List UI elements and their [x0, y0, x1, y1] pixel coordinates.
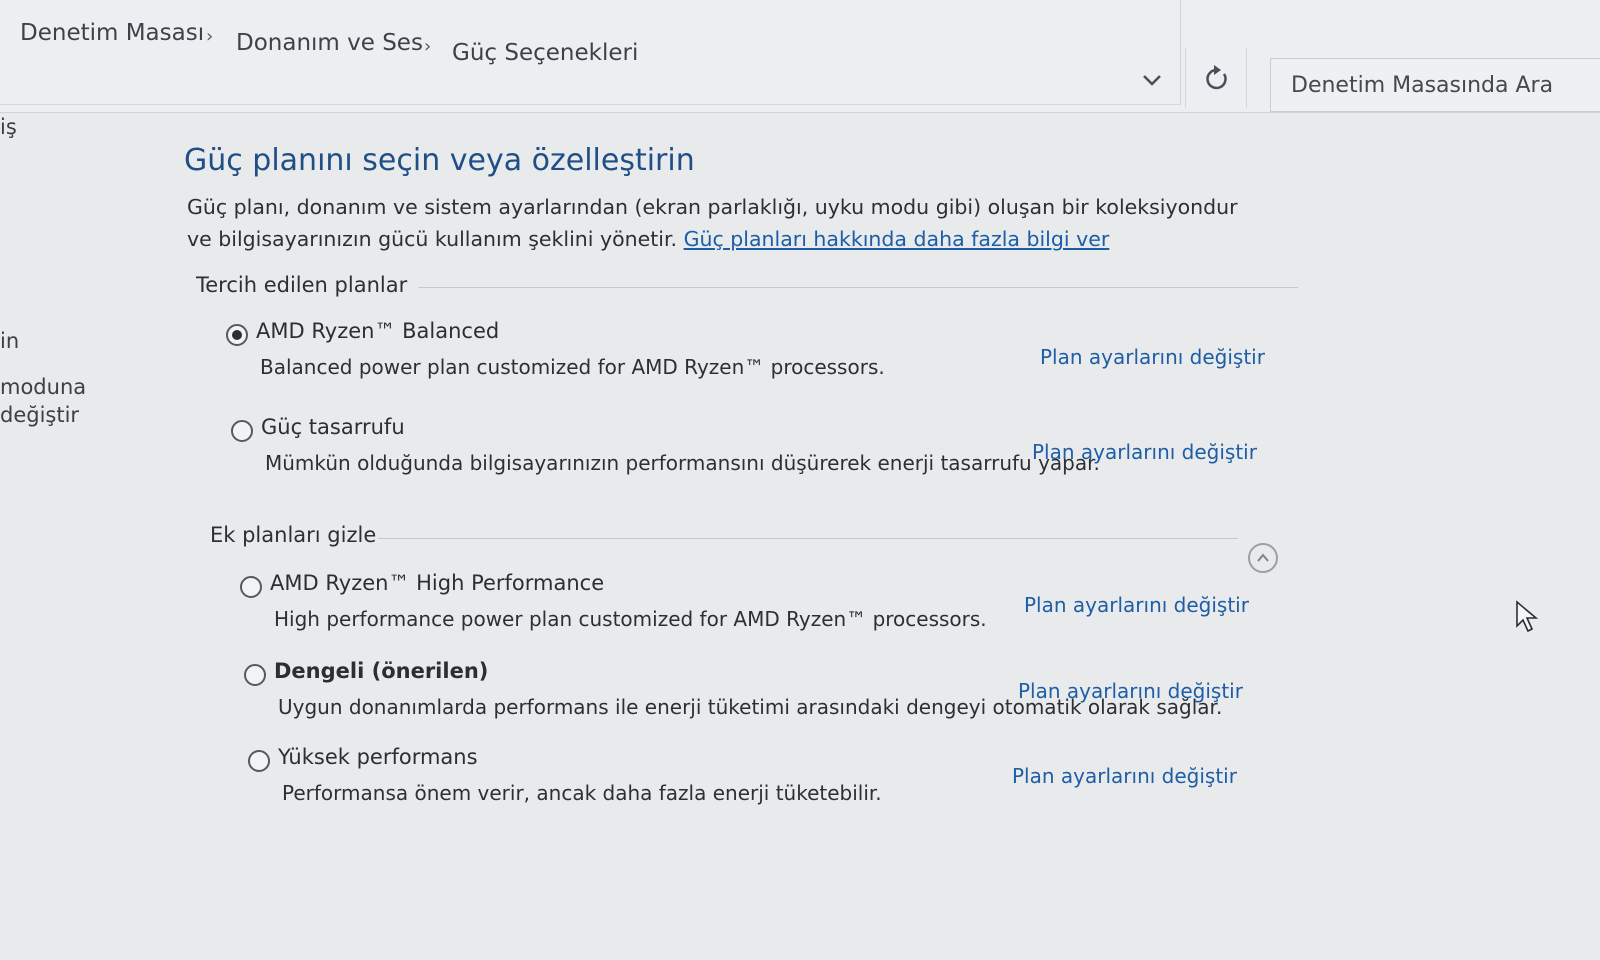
plan-settings-link[interactable]: Plan ayarlarını değiştir: [1032, 440, 1257, 464]
radio-button[interactable]: [240, 576, 262, 598]
plan-description: Balanced power plan customized for AMD R…: [260, 355, 885, 379]
plan-settings-link[interactable]: Plan ayarlarını değiştir: [1024, 593, 1249, 617]
refresh-button[interactable]: [1185, 48, 1247, 108]
plan-settings-link[interactable]: Plan ayarlarını değiştir: [1012, 764, 1237, 788]
chevron-down-icon: [1143, 75, 1161, 86]
plan-name: Dengeli (önerilen): [274, 659, 489, 683]
breadcrumb-item-control-panel[interactable]: Denetim Masası: [20, 20, 204, 46]
chevron-up-icon: [1257, 553, 1269, 562]
refresh-icon: [1206, 65, 1227, 90]
address-dropdown-button[interactable]: [1134, 66, 1170, 98]
breadcrumb[interactable]: Denetim Masası › Donanım ve Ses › Güç Se…: [0, 0, 1181, 105]
breadcrumb-item-hardware-sound[interactable]: Donanım ve Ses: [236, 30, 423, 56]
plan-name: Güç tasarrufu: [261, 415, 405, 439]
plan-name: Yüksek performans: [278, 745, 478, 769]
radio-button[interactable]: [248, 750, 270, 772]
page-title: Güç planını seçin veya özelleştirin: [184, 143, 695, 178]
plan-description: Performansa önem verir, ancak daha fazla…: [282, 781, 882, 805]
search-input[interactable]: Denetim Masasında Ara: [1270, 58, 1600, 112]
mouse-pointer-icon: [1515, 600, 1541, 638]
plan-settings-link[interactable]: Plan ayarlarını değiştir: [1018, 679, 1243, 703]
breadcrumb-separator-icon: ›: [424, 36, 432, 57]
radio-button[interactable]: [244, 664, 266, 686]
learn-more-link[interactable]: Güç planları hakkında daha fazla bilgi v…: [684, 227, 1110, 251]
main-content: Güç planını seçin veya özelleştirin Güç …: [0, 113, 1600, 960]
address-bar: Denetim Masası › Donanım ve Ses › Güç Se…: [0, 0, 1600, 113]
preferred-plans-header: Tercih edilen planlar: [196, 273, 408, 297]
hide-additional-plans-header[interactable]: Ek planları gizle: [210, 523, 376, 547]
page-description: Güç planı, donanım ve sistem ayarlarında…: [187, 191, 1267, 255]
section-divider: [418, 287, 1298, 288]
plan-name: AMD Ryzen™ High Performance: [270, 571, 605, 595]
breadcrumb-item-power-options[interactable]: Güç Seçenekleri: [452, 40, 638, 66]
collapse-button[interactable]: [1248, 543, 1278, 573]
plan-description: High performance power plan customized f…: [274, 607, 987, 631]
plan-name: AMD Ryzen™ Balanced: [256, 319, 500, 343]
radio-button[interactable]: [226, 324, 248, 346]
radio-button[interactable]: [231, 420, 253, 442]
section-divider: [378, 538, 1238, 539]
breadcrumb-separator-icon: ›: [206, 26, 214, 47]
plan-description: Mümkün olduğunda bilgisayarınızın perfor…: [265, 451, 1100, 475]
plan-settings-link[interactable]: Plan ayarlarını değiştir: [1040, 345, 1265, 369]
